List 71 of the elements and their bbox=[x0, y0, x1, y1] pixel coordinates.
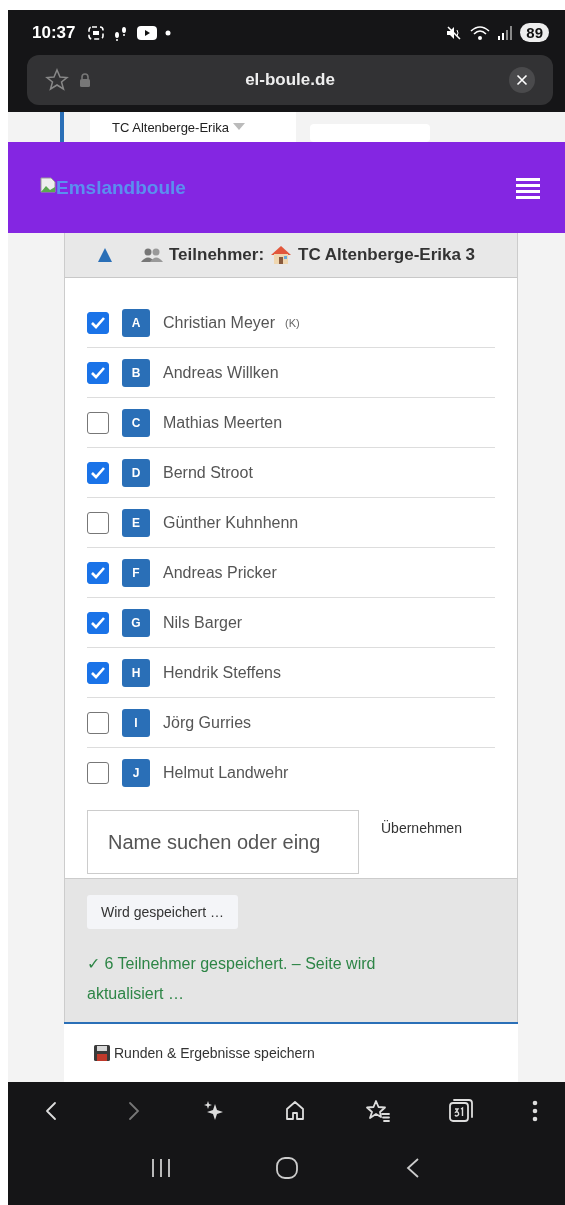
checkbox[interactable] bbox=[87, 611, 109, 634]
video-play-icon bbox=[137, 25, 158, 40]
checkmark-icon bbox=[90, 365, 106, 380]
signal-icon bbox=[498, 25, 513, 40]
player-name: Bernd Stroot bbox=[163, 463, 253, 482]
checkbox[interactable] bbox=[87, 411, 109, 434]
url-text: el-boule.de bbox=[244, 70, 336, 90]
input-field[interactable] bbox=[310, 124, 430, 142]
checkmark-icon bbox=[90, 615, 106, 630]
wifi-icon bbox=[470, 24, 491, 41]
card-title: Teilnehmer: bbox=[169, 245, 265, 265]
star-icon[interactable] bbox=[45, 68, 69, 92]
letter-badge: G bbox=[122, 608, 150, 637]
letter-badge: B bbox=[122, 358, 150, 387]
broken-image-icon bbox=[40, 176, 56, 193]
dot-icon bbox=[165, 29, 172, 36]
checkmark-icon bbox=[90, 315, 106, 330]
close-icon[interactable] bbox=[509, 67, 535, 93]
checkbox[interactable] bbox=[87, 511, 109, 534]
tabs-icon[interactable] bbox=[447, 1098, 474, 1124]
more-icon[interactable] bbox=[530, 1099, 539, 1123]
player-name: Hendrik Steffens bbox=[163, 663, 281, 682]
people-icon bbox=[141, 247, 163, 263]
checkbox[interactable] bbox=[87, 661, 109, 684]
player-name: Andreas Pricker bbox=[163, 563, 277, 582]
player-name: Andreas Willken bbox=[163, 363, 279, 382]
card-header[interactable]: Teilnehmer: TC Altenberge-Erika 3 bbox=[65, 233, 517, 278]
apply-button[interactable]: Übernehmen bbox=[381, 810, 462, 836]
screenshot-icon bbox=[87, 24, 106, 41]
battery-level: 89 bbox=[526, 24, 543, 41]
letter-badge: D bbox=[122, 458, 150, 487]
player-name: Helmut Landwehr bbox=[163, 764, 289, 782]
mute-icon bbox=[446, 24, 463, 41]
player-name: Christian Meyer bbox=[163, 313, 276, 332]
lock-icon bbox=[79, 73, 91, 87]
recent-apps-icon[interactable] bbox=[149, 1156, 172, 1179]
bookmarks-icon[interactable] bbox=[364, 1099, 391, 1123]
team-name: TC Altenberge-Erika 3 bbox=[298, 245, 476, 265]
checkmark-icon bbox=[90, 465, 106, 480]
name-search-field[interactable]: Name suchen oder eing bbox=[87, 810, 359, 874]
letter-badge: I bbox=[122, 708, 150, 737]
caret-icon bbox=[233, 123, 246, 131]
player-name: Mathias Meerten bbox=[163, 413, 283, 432]
saving-button[interactable]: Wird gespeichert … bbox=[87, 895, 238, 929]
checkmark-icon bbox=[90, 565, 106, 580]
address-bar[interactable]: el-boule.de bbox=[27, 55, 553, 105]
checkbox[interactable] bbox=[87, 361, 109, 384]
checkmark-icon bbox=[90, 665, 106, 680]
house-icon bbox=[270, 245, 293, 265]
checkbox[interactable] bbox=[87, 311, 109, 334]
save-results-button[interactable]: Runden & Ergebnisse speichern bbox=[94, 1045, 315, 1061]
player-name: Günther Kuhnhenn bbox=[163, 513, 299, 532]
checkbox[interactable] bbox=[87, 561, 109, 584]
checkbox[interactable] bbox=[87, 762, 109, 784]
collapse-triangle-icon[interactable] bbox=[97, 247, 113, 263]
menu-icon[interactable] bbox=[516, 176, 540, 199]
team-dropdown[interactable]: TC Altenberge-Erika bbox=[90, 112, 296, 142]
letter-badge: A bbox=[122, 308, 150, 337]
home-button-icon[interactable] bbox=[274, 1155, 299, 1180]
player-name: Jörg Gurries bbox=[163, 713, 252, 732]
captain-mark: (K) bbox=[285, 316, 300, 329]
status-message: ✓ 6 Teilnehmer gespeichert. – Seite wird aktualisiert … bbox=[87, 954, 377, 1004]
player-name: Nils Barger bbox=[163, 613, 243, 632]
checkbox[interactable] bbox=[87, 461, 109, 484]
letter-badge: E bbox=[122, 508, 150, 537]
checkbox[interactable] bbox=[87, 711, 109, 734]
letter-badge: C bbox=[122, 408, 150, 437]
letter-badge: F bbox=[122, 558, 150, 587]
letter-badge: J bbox=[122, 759, 150, 787]
clock-time: 10:37 bbox=[32, 22, 76, 43]
letter-badge: H bbox=[122, 658, 150, 687]
